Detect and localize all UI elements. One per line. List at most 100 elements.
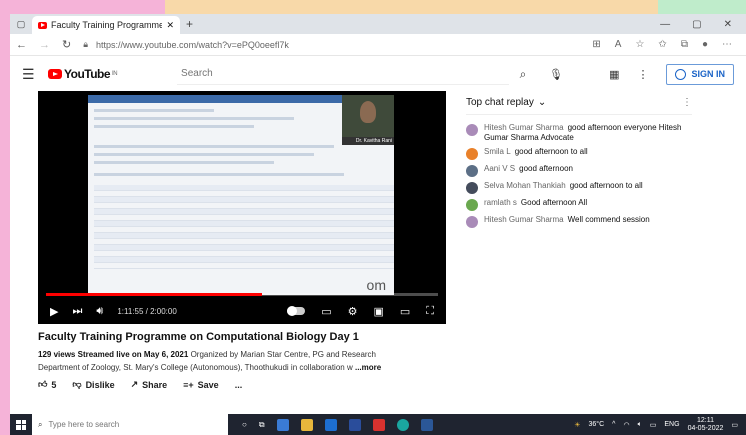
back-icon[interactable]: ← <box>16 39 27 51</box>
apps-icon[interactable]: ⊞ <box>592 39 600 50</box>
chat-author[interactable]: Smila L <box>484 147 511 156</box>
chat-message: ramlath s Good afternoon All <box>466 198 692 211</box>
chat-author[interactable]: Selva Mohan Thankiah <box>484 181 566 190</box>
player-controls: ▶ ⏭︎ 🔊︎ 1:11:55 / 2:00:00 ▭ ⚙︎ ▣ ▭ ⛶ <box>38 298 446 324</box>
menu-icon[interactable]: ☰ <box>22 66 48 83</box>
avatar[interactable] <box>466 124 478 136</box>
tray-chevron-icon[interactable]: ^ <box>612 421 615 428</box>
chat-message: Hitesh Gumar Sharma Well commend session <box>466 215 692 228</box>
profile-icon[interactable]: ● <box>702 39 708 50</box>
chat-mode-dropdown[interactable]: Top chat replay <box>466 97 534 108</box>
share-button[interactable]: ↗ Share <box>131 379 168 390</box>
clock[interactable]: 12:11 04-05-2022 <box>688 417 724 433</box>
favorite-add-icon[interactable]: ☆ <box>635 39 644 50</box>
video-description[interactable]: Department of Zoology, St. Mary's Colleg… <box>38 363 381 372</box>
avatar[interactable] <box>466 182 478 194</box>
avatar[interactable] <box>466 199 478 211</box>
chat-text: good afternoon <box>519 164 573 173</box>
fullscreen-icon[interactable]: ⛶ <box>426 305 434 318</box>
avatar[interactable] <box>466 165 478 177</box>
microphone-icon[interactable]: 🎙︎ <box>549 68 563 81</box>
chat-author[interactable]: ramlath s <box>484 198 517 207</box>
chat-message: Hitesh Gumar Sharma good afternoon everyo… <box>466 123 692 143</box>
shared-screen: Dr. Kavitha Rani om <box>88 95 394 295</box>
favorites-icon[interactable]: ✩ <box>658 39 666 50</box>
theater-mode-icon[interactable]: ▭ <box>400 305 410 318</box>
next-icon[interactable]: ⏭︎ <box>72 305 82 318</box>
more-options-icon[interactable]: ⋮ <box>637 68 648 81</box>
progress-bar[interactable] <box>46 293 438 296</box>
mail-icon[interactable] <box>324 418 337 431</box>
share-icon: ↗ <box>130 379 139 389</box>
apps-grid-icon[interactable]: ▦ <box>609 68 619 81</box>
media-icon[interactable] <box>372 418 385 431</box>
search-box: ⌕ <box>177 63 537 85</box>
tab-actions-icon[interactable]: ▢ <box>10 19 32 30</box>
chat-messages: Hitesh Gumar Sharma good afternoon everyo… <box>466 123 692 228</box>
search-input[interactable] <box>177 63 510 85</box>
lock-icon[interactable]: 🔒︎ <box>83 39 88 50</box>
chat-author[interactable]: Hitesh Gumar Sharma <box>484 215 564 224</box>
chat-author[interactable]: Aani V S <box>484 164 515 173</box>
chevron-down-icon[interactable]: ⌄ <box>538 97 546 108</box>
url-field[interactable]: https://www.youtube.com/watch?v=ePQ0oeef… <box>96 40 289 50</box>
widgets-icon[interactable] <box>276 418 289 431</box>
task-view-icon[interactable]: ⧉ <box>259 420 265 430</box>
edge-browser-icon[interactable] <box>396 418 409 431</box>
play-icon[interactable]: ▶ <box>50 305 58 318</box>
settings-menu-icon[interactable]: ⋯ <box>722 39 732 50</box>
speaker-icon[interactable]: 🔈︎ <box>638 421 642 429</box>
more-actions-button[interactable]: ... <box>235 380 243 390</box>
temperature[interactable]: 36°C <box>589 421 605 428</box>
weather-icon[interactable]: ☀︎ <box>574 421 580 429</box>
video-title: Faculty Training Programme on Computatio… <box>38 331 359 343</box>
volume-icon[interactable]: 🔊︎ <box>96 305 103 318</box>
minimize-button[interactable]: — <box>660 19 670 30</box>
browser-tab[interactable]: Faculty Training Programme on ✕ <box>32 16 180 34</box>
chat-message: Aani V S good afternoon <box>466 164 692 177</box>
avatar[interactable] <box>466 148 478 160</box>
settings-gear-icon[interactable]: ⚙︎ <box>348 305 358 318</box>
maximize-button[interactable]: ▢ <box>692 19 701 30</box>
more-link[interactable]: ...more <box>355 363 381 372</box>
battery-icon[interactable]: ▭ <box>650 421 657 429</box>
avatar[interactable] <box>466 216 478 228</box>
watermark: om <box>366 277 386 293</box>
save-button[interactable]: ≡+ Save <box>183 380 219 390</box>
notifications-icon[interactable]: ▭ <box>731 421 738 429</box>
chat-more-icon[interactable]: ⋮ <box>682 97 692 108</box>
system-tray: ☀︎ 36°C ^ ◠ 🔈︎ ▭ ENG 12:11 04-05-2022 ▭ <box>574 417 746 433</box>
thumbs-down-icon: 👎︎ <box>72 379 82 389</box>
word-icon[interactable] <box>420 418 433 431</box>
sign-in-button[interactable]: SIGN IN <box>666 63 734 85</box>
close-window-button[interactable]: ✕ <box>724 19 732 30</box>
windows-logo-icon <box>16 419 26 430</box>
time-display: 1:11:55 / 2:00:00 <box>117 306 177 316</box>
like-button[interactable]: 👍︎ 5 <box>38 379 56 390</box>
cortana-icon[interactable]: ○ <box>242 420 247 429</box>
autoplay-toggle[interactable] <box>287 306 306 316</box>
read-aloud-icon[interactable]: A <box>615 39 622 50</box>
dislike-button[interactable]: 👎︎ Dislike <box>72 379 114 390</box>
wifi-icon[interactable]: ◠ <box>623 421 629 429</box>
collections-icon[interactable]: ⧉ <box>681 39 688 50</box>
reload-icon[interactable]: ↻ <box>62 38 71 51</box>
video-actions: 👍︎ 5 👎︎ Dislike ↗ Share ≡+ Save ... <box>38 379 242 390</box>
file-explorer-icon[interactable] <box>300 418 313 431</box>
chat-message: Selva Mohan Thankiah good afternoon to al… <box>466 181 692 194</box>
taskbar-search-input[interactable] <box>48 420 209 429</box>
video-player[interactable]: Dr. Kavitha Rani om ▶ ⏭︎ 🔊︎ 1:11:55 / 2:… <box>38 91 446 324</box>
youtube-logo-icon <box>48 69 62 79</box>
start-button[interactable] <box>10 419 32 430</box>
search-icon[interactable]: ⌕ <box>509 67 537 82</box>
search-icon: ⌕ <box>38 419 43 429</box>
new-tab-button[interactable]: + <box>186 17 193 31</box>
subtitles-icon[interactable]: ▭ <box>321 305 331 318</box>
chat-author[interactable]: Hitesh Gumar Sharma <box>484 123 564 132</box>
tab-close-icon[interactable]: ✕ <box>166 20 174 31</box>
miniplayer-icon[interactable]: ▣ <box>373 305 383 318</box>
youtube-logo[interactable]: YouTube IN <box>48 67 118 81</box>
language-indicator[interactable]: ENG <box>664 421 679 428</box>
forward-icon[interactable]: → <box>39 39 50 51</box>
store-icon[interactable] <box>348 418 361 431</box>
